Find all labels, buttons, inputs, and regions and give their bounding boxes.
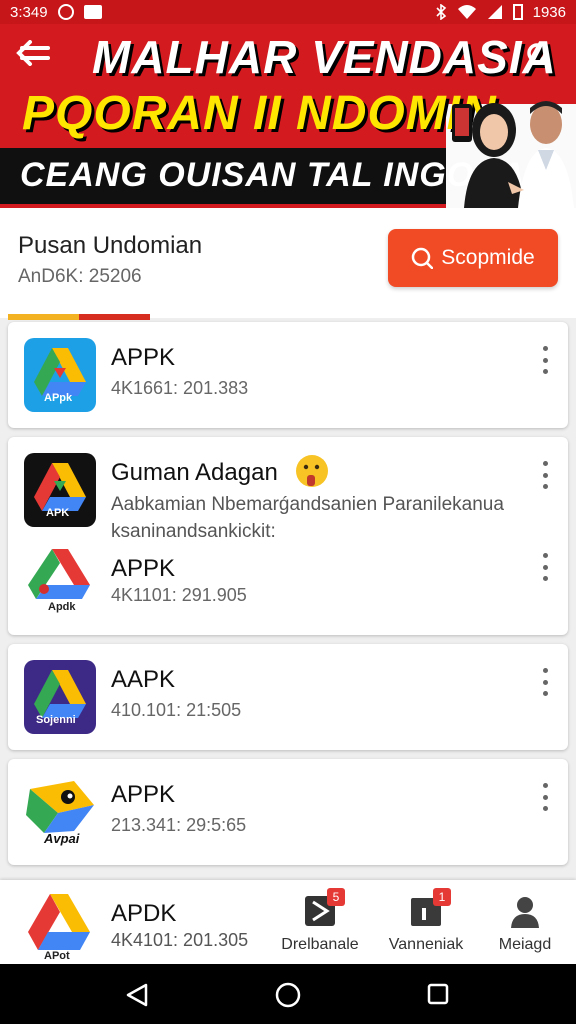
bluetooth-icon xyxy=(436,4,446,20)
promo-card[interactable]: APK Guman Adagan Aabkamian Nbemarǵandsan… xyxy=(8,437,568,635)
badge-count: 5 xyxy=(327,888,345,906)
hero-line-2: PQORAN II NDOMIN xyxy=(22,87,497,140)
bottom-bar: APot APDK 4K4101: 201.305 5 Drelbanale 1… xyxy=(0,880,576,964)
nav-label: Meiagd xyxy=(498,936,552,953)
promo-title: Guman Adagan xyxy=(111,459,278,486)
more-menu-icon[interactable] xyxy=(540,346,550,374)
home-icon[interactable] xyxy=(275,982,301,1008)
signal-icon xyxy=(487,5,502,19)
drive-icon[interactable]: APot xyxy=(24,888,94,964)
battery-icon xyxy=(512,4,523,20)
more-menu-icon[interactable] xyxy=(540,668,550,696)
app-card[interactable]: Sojenni AAPK 410.101: 21:505 xyxy=(8,644,568,750)
hero-line-1: MALHAR VENDASIA xyxy=(92,31,557,83)
drive-purple-icon: Sojenni xyxy=(24,660,96,734)
back-icon[interactable] xyxy=(124,982,150,1008)
search-action-label: Scopmide xyxy=(441,246,535,269)
app-meta: 213.341: 29:5:65 xyxy=(111,815,247,835)
more-menu-icon[interactable] xyxy=(540,783,550,811)
drive-blue-icon: APpk xyxy=(24,338,96,412)
app-card[interactable]: APpk APPK 4K1661: 201.383 xyxy=(8,322,568,428)
app-name: AAPK xyxy=(111,666,176,693)
list-item[interactable]: Apdk APPK 4K1101: 291.905 xyxy=(8,535,568,625)
hero-banner: MALHAR VENDASIA PQORAN II NDOMIN CEANG O… xyxy=(0,24,576,208)
more-menu-icon[interactable] xyxy=(540,553,550,581)
app-meta: 4K1101: 291.905 xyxy=(111,585,247,605)
nav-label: Drelbanale xyxy=(281,936,359,953)
nav-label: Vanneniak xyxy=(388,936,464,953)
back-arrow-icon[interactable] xyxy=(16,40,50,66)
presenters-photo xyxy=(452,101,574,208)
app-name: APPK xyxy=(111,555,176,582)
status-bar: 3:349 1936 xyxy=(0,0,576,24)
list-item[interactable]: APpk APPK 4K1661: 201.383 xyxy=(8,322,568,412)
section-accent-stripe xyxy=(8,314,150,320)
search-action-button[interactable]: Scopmide xyxy=(388,229,558,287)
app-meta: 4K1661: 201.383 xyxy=(111,378,249,398)
nav-tab-1[interactable]: 5 Drelbanale xyxy=(272,888,368,954)
thinking-emoji-icon xyxy=(296,455,328,487)
drive-dark-icon: APK xyxy=(24,453,96,527)
nav-tab-2[interactable]: 1 Vanneniak xyxy=(378,888,474,954)
parrot-icon: Avpai xyxy=(24,775,96,849)
section-subtitle: AnD6K: 25206 xyxy=(18,266,142,287)
section-title: Pusan Undomian xyxy=(18,232,203,259)
app-name: APPK xyxy=(111,344,176,371)
app-card[interactable]: Avpai APPK 213.341: 29:5:65 xyxy=(8,759,568,865)
list-item[interactable]: Sojenni AAPK 410.101: 21:505 xyxy=(8,644,568,734)
box-icon: 1 xyxy=(409,888,451,928)
app-name: APDK xyxy=(111,900,177,927)
section-header: Pusan Undomian AnD6K: 25206 Scopmide xyxy=(0,208,576,320)
person-icon xyxy=(508,894,542,928)
play-box-icon: 5 xyxy=(303,888,345,928)
app-meta: 4K4101: 201.305 xyxy=(111,930,249,950)
drive-white-icon: Apdk xyxy=(24,543,96,617)
status-clock: 1936 xyxy=(532,3,566,21)
recents-icon[interactable] xyxy=(426,982,450,1006)
app-meta: 410.101: 21:505 xyxy=(111,700,242,720)
system-nav-bar xyxy=(0,964,576,1024)
list-item[interactable]: Avpai APPK 213.341: 29:5:65 xyxy=(8,759,568,849)
notification-icon xyxy=(83,5,102,19)
search-icon xyxy=(412,247,434,269)
nav-tab-3[interactable]: Meiagd xyxy=(477,894,573,954)
app-name: APPK xyxy=(111,781,176,808)
more-menu-icon[interactable] xyxy=(540,461,550,489)
circle-icon xyxy=(57,4,74,20)
badge-count: 1 xyxy=(433,888,451,906)
wifi-icon xyxy=(457,5,476,19)
status-time: 3:349 xyxy=(10,3,48,21)
